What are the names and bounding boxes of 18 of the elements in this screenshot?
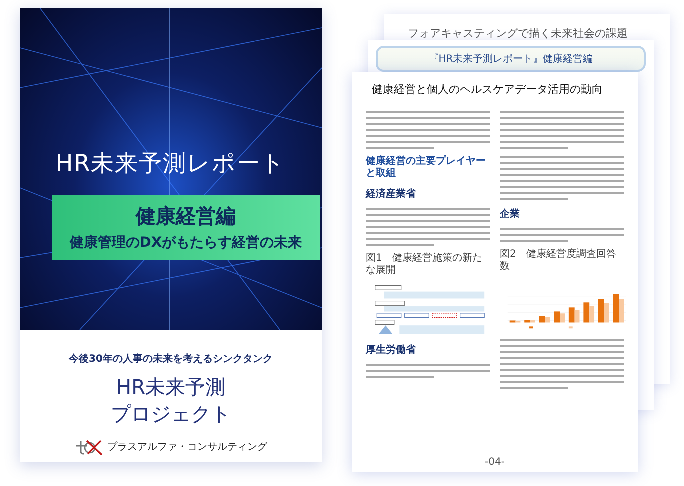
project-name: HR未来予測 bbox=[116, 374, 226, 401]
subsection-heading: 厚生労働省 bbox=[366, 344, 417, 357]
page-title: 健康経営と個人のヘルスケアデータ活用の動向 bbox=[372, 82, 604, 97]
subsection-heading: 経済産業省 bbox=[366, 187, 417, 201]
chart-caption: 図2 健康経営度調査回答数 bbox=[500, 249, 618, 273]
report-title: HR未来予測レポート bbox=[56, 150, 286, 179]
report-subtitle: 健康管理のDXがもたらす経営の未来 bbox=[68, 234, 304, 252]
tagline: 今後30年の人事の未来を考えるシンクタンク bbox=[69, 352, 273, 366]
logo-icon bbox=[74, 438, 102, 456]
subsection-heading: 企業 bbox=[500, 208, 521, 221]
edition-title: 健康経営編 bbox=[134, 203, 237, 230]
project-name: プロジェクト bbox=[111, 401, 231, 428]
page-title: フォアキャスティングで描く未来社会の課題 bbox=[408, 26, 629, 41]
figure-caption: 図1 健康経営施策の新たな展開 bbox=[366, 253, 484, 277]
page-number: -04- bbox=[484, 457, 506, 468]
company-name: プラスアルファ・コンサルティング bbox=[108, 440, 268, 454]
page-title: 『HR未来予測レポート』健康経営編 bbox=[376, 46, 646, 72]
section-heading: 健康経営の主要プレイヤーと取組 bbox=[366, 156, 487, 180]
